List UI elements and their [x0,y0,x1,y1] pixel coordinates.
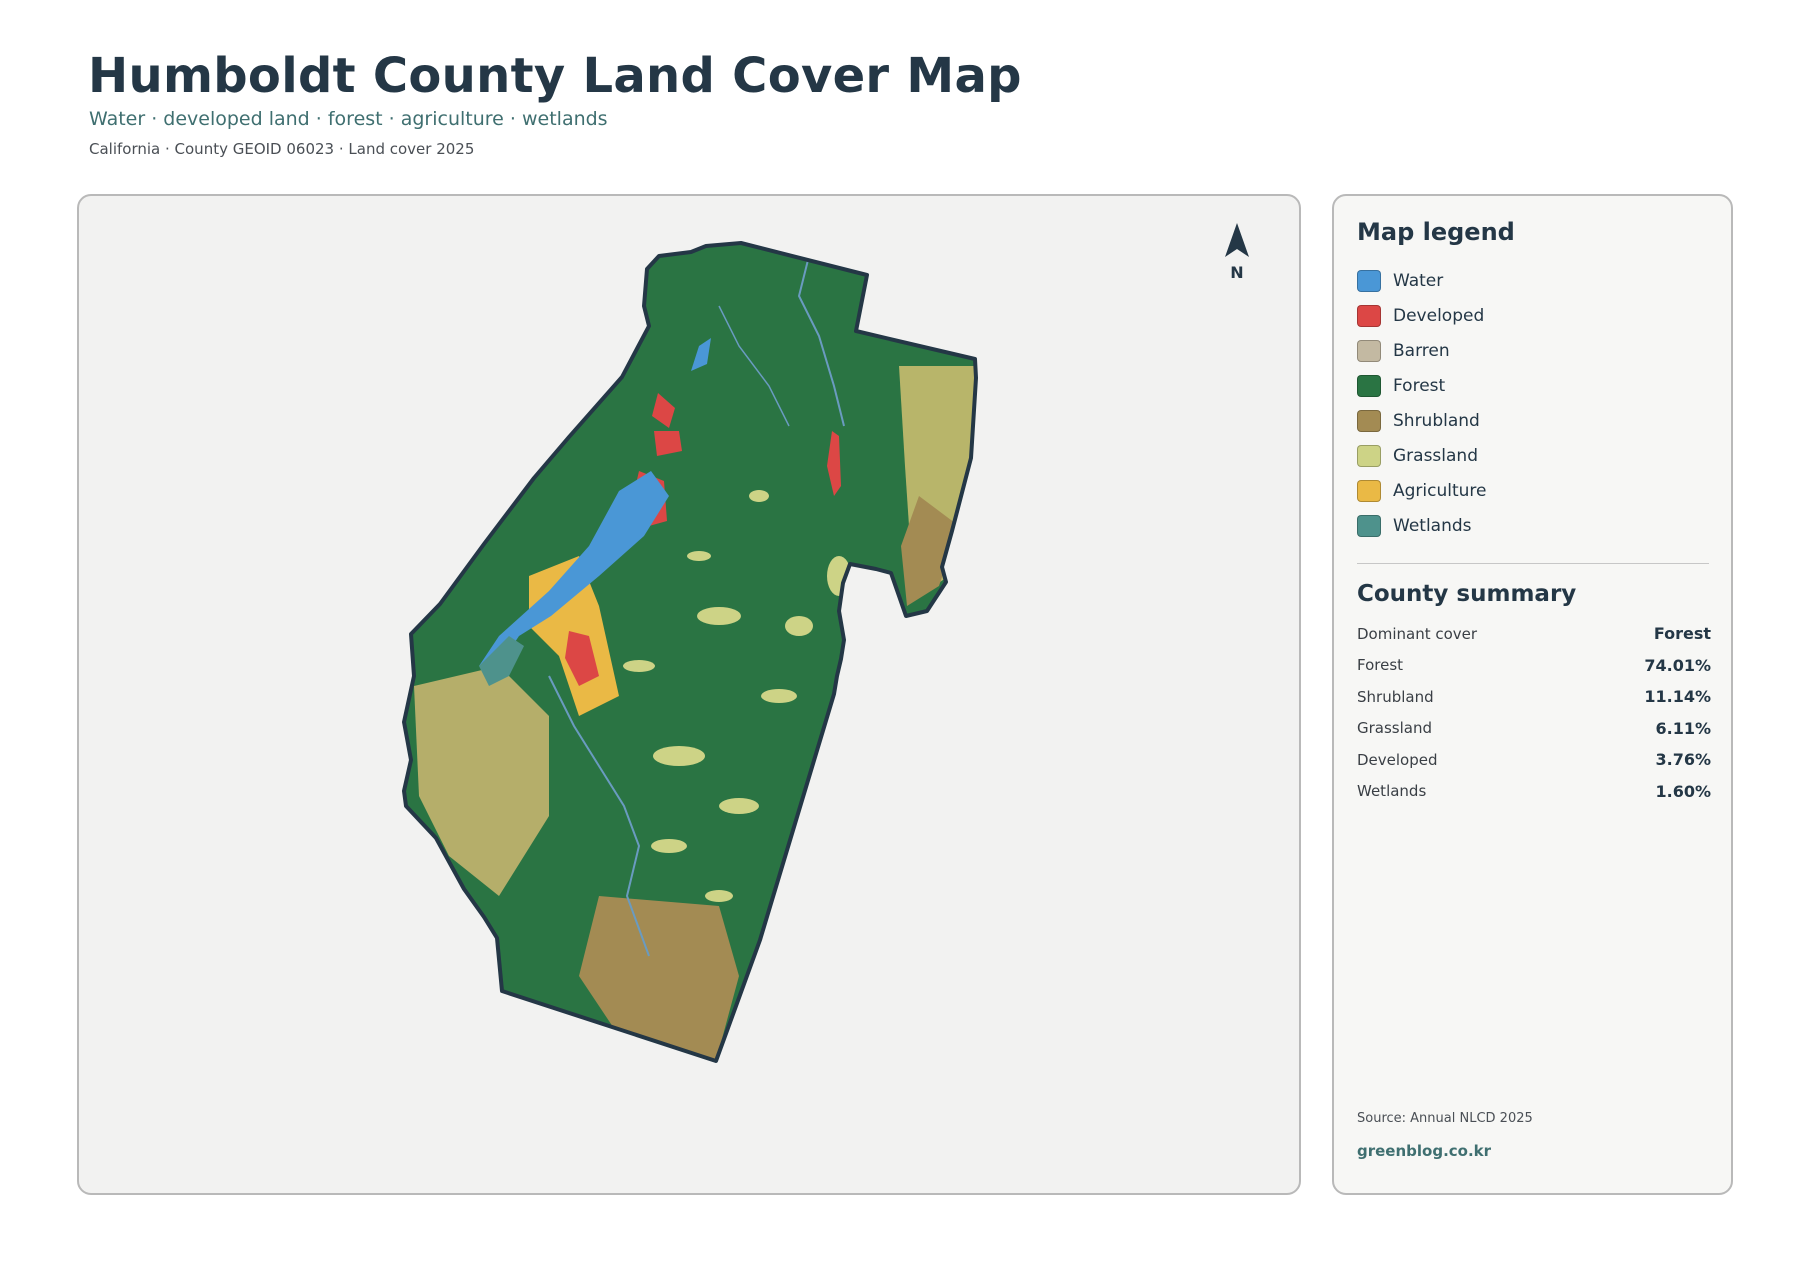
legend-item-developed: Developed [1357,298,1487,333]
map-panel[interactable] [77,194,1301,1195]
legend-item-wetlands: Wetlands [1357,508,1487,543]
legend-item-grassland: Grassland [1357,438,1487,473]
legend-label: Barren [1393,340,1450,361]
legend-swatch-shrubland [1357,409,1381,432]
page-meta: California · County GEOID 06023 · Land c… [89,140,475,158]
legend-title: Map legend [1357,218,1515,246]
summary-row-dominant: Dominant cover Forest [1357,618,1711,650]
legend-swatch-developed [1357,304,1381,327]
summary-value: 1.60% [1655,781,1711,801]
page-title: Humboldt County Land Cover Map [88,48,1022,104]
summary-label: Forest [1357,656,1404,675]
summary-table: Dominant cover Forest Forest 74.01% Shru… [1357,618,1711,807]
page-subtitle: Water · developed land · forest · agricu… [89,108,608,130]
north-arrow-icon [1225,223,1249,257]
legend-item-water: Water [1357,263,1487,298]
legend-panel: Map legend Water Developed Barren Forest… [1332,194,1733,1195]
legend-list: Water Developed Barren Forest Shrubland … [1357,263,1487,543]
legend-label: Agriculture [1393,480,1487,501]
legend-swatch-water [1357,269,1381,292]
summary-row-wetlands: Wetlands 1.60% [1357,776,1711,808]
summary-label: Grassland [1357,719,1432,738]
summary-label: Dominant cover [1357,624,1478,643]
summary-value: 11.14% [1644,687,1711,707]
summary-row-grassland: Grassland 6.11% [1357,713,1711,745]
summary-label: Wetlands [1357,782,1427,801]
legend-item-agriculture: Agriculture [1357,473,1487,508]
shrubland-south [579,896,739,1061]
summary-label: Shrubland [1357,687,1434,706]
summary-row-shrubland: Shrubland 11.14% [1357,681,1711,713]
summary-value: 6.11% [1655,718,1711,738]
summary-row-developed: Developed 3.76% [1357,744,1711,776]
source-note: Source: Annual NLCD 2025 [1357,1111,1533,1126]
legend-swatch-wetlands [1357,514,1381,537]
summary-value: 3.76% [1655,750,1711,770]
legend-item-forest: Forest [1357,368,1487,403]
legend-label: Shrubland [1393,410,1480,431]
legend-label: Wetlands [1393,515,1472,536]
legend-label: Forest [1393,375,1446,396]
legend-swatch-forest [1357,374,1381,397]
summary-row-forest: Forest 74.01% [1357,650,1711,682]
legend-item-shrubland: Shrubland [1357,403,1487,438]
north-label: N [1230,263,1244,282]
legend-item-barren: Barren [1357,333,1487,368]
legend-label: Developed [1393,305,1485,326]
legend-swatch-agriculture [1357,479,1381,502]
summary-title: County summary [1357,581,1577,607]
county-map[interactable] [79,196,1299,1193]
north-arrow: N [1217,223,1257,282]
legend-label: Water [1393,270,1444,291]
site-link[interactable]: greenblog.co.kr [1357,1142,1491,1160]
summary-value: 74.01% [1644,655,1711,675]
legend-label: Grassland [1393,445,1478,466]
legend-swatch-grassland [1357,444,1381,467]
legend-swatch-barren [1357,339,1381,362]
summary-label: Developed [1357,750,1438,769]
summary-value: Forest [1653,624,1711,644]
legend-divider [1357,563,1709,564]
